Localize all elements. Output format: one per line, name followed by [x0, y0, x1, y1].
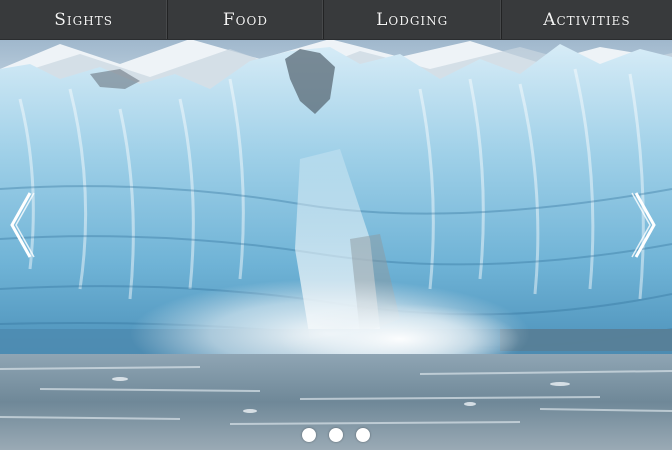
nav-item-activities[interactable]: Activities — [502, 0, 672, 39]
glacier-photo — [0, 39, 672, 450]
pager-dot-2[interactable] — [329, 428, 343, 442]
carousel-slide-image — [0, 39, 672, 450]
pager-dot-3[interactable] — [356, 428, 370, 442]
chevron-right-icon — [631, 192, 656, 258]
carousel-pager — [0, 428, 672, 442]
top-navigation: Sights Food Lodging Activities — [0, 0, 672, 40]
chevron-left-icon — [10, 192, 35, 258]
page: Sights Food Lodging Activities — [0, 0, 672, 450]
previous-slide-button[interactable] — [6, 190, 36, 260]
pager-dot-1[interactable] — [302, 428, 316, 442]
nav-item-lodging[interactable]: Lodging — [324, 0, 502, 39]
nav-item-food[interactable]: Food — [168, 0, 324, 39]
next-slide-button[interactable] — [630, 190, 660, 260]
nav-item-sights[interactable]: Sights — [0, 0, 169, 39]
